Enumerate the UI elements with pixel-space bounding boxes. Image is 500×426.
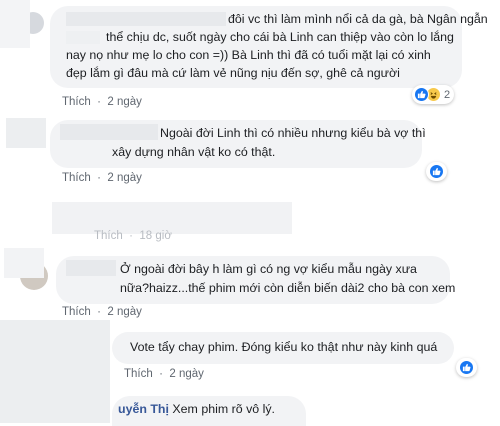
thumbs-up-icon — [429, 164, 444, 179]
comment-text-line: nữa?haizz...thế phim mới còn diễn biến d… — [120, 281, 456, 295]
like-link[interactable]: Thích — [124, 368, 153, 380]
comment-bubble: đôi vc thì làm mình nổi cả da gà, bà Ngâ… — [50, 6, 488, 88]
comment-text-line: đẹp lắm gì đâu mà cứ làm vẻ nũng nịu đến… — [66, 66, 400, 80]
reaction-count: 2 — [444, 88, 451, 101]
comment-actions: Thích · 2 ngày — [124, 368, 204, 380]
comment-bubble: Vote tẩy chay phim. Đóng kiểu ko thật nh… — [112, 332, 454, 364]
timestamp[interactable]: 2 ngày — [169, 368, 204, 380]
comment-bubble: Ngoài đời Linh thì có nhiều nhưng kiểu b… — [50, 120, 426, 168]
redacted-avatar — [0, 320, 110, 423]
like-link[interactable]: Thích — [62, 306, 91, 318]
comment-bubble: uyễn Thị Xem phim rõ vô lý. — [112, 396, 306, 426]
separator-dot: · — [125, 230, 137, 242]
comment-actions: Thích · 2 ngày — [62, 306, 142, 318]
thumbs-up-icon — [459, 360, 474, 375]
timestamp[interactable]: 2 ngày — [107, 172, 142, 184]
like-link[interactable]: Thích — [94, 230, 123, 242]
comment-actions: Thích · 2 ngày — [62, 96, 142, 108]
reaction-summary[interactable] — [426, 162, 447, 181]
comment-author[interactable]: uyễn Thị — [118, 402, 169, 416]
redacted-author-name — [60, 124, 158, 140]
like-link[interactable]: Thích — [62, 96, 91, 108]
reaction-summary[interactable]: 2 — [412, 85, 455, 104]
comment-text-line: đôi vc thì làm mình nổi cả da gà, bà Ngâ… — [228, 12, 488, 26]
redacted-author-name — [66, 12, 226, 26]
redacted-text — [66, 31, 100, 44]
redacted-avatar — [4, 248, 44, 278]
separator-dot: · — [93, 306, 105, 318]
comment-actions: Thích · 2 ngày — [62, 172, 142, 184]
comment-text-line: xây dựng nhân vật ko có thật. — [112, 145, 276, 159]
redacted-comment — [52, 202, 292, 234]
timestamp[interactable]: 18 giờ — [139, 230, 171, 242]
comment-bubble: Ở ngoài đời bây h làm gì có ng vợ kiểu m… — [56, 256, 455, 304]
comment-text-line: nay nọ như mẹ lo cho con =)) Bà Linh thì… — [66, 48, 431, 62]
redacted-author-name — [66, 260, 116, 276]
comment-actions: Thích · 18 giờ — [94, 230, 172, 242]
timestamp[interactable]: 2 ngày — [107, 306, 142, 318]
timestamp[interactable]: 2 ngày — [107, 96, 142, 108]
redacted-avatar — [0, 0, 30, 48]
separator-dot: · — [93, 172, 105, 184]
like-link[interactable]: Thích — [62, 172, 91, 184]
thumbs-up-icon — [414, 87, 429, 102]
comment-text: Xem phim rõ vô lý. — [172, 402, 276, 416]
comment-text-line: Ở ngoài đời bây h làm gì có ng vợ kiểu m… — [120, 262, 417, 276]
separator-dot: · — [93, 96, 105, 108]
reaction-summary[interactable] — [456, 358, 477, 377]
separator-dot: · — [155, 368, 167, 380]
redacted-avatar — [6, 118, 46, 148]
comment-text-line: Ngoài đời Linh thì có nhiều nhưng kiểu b… — [160, 126, 426, 140]
comment-text-line: Vote tẩy chay phim. Đóng kiểu ko thật nh… — [130, 340, 438, 354]
comment-text-line: thể chịu dc, suốt ngày cho cái bà Linh c… — [106, 30, 454, 44]
